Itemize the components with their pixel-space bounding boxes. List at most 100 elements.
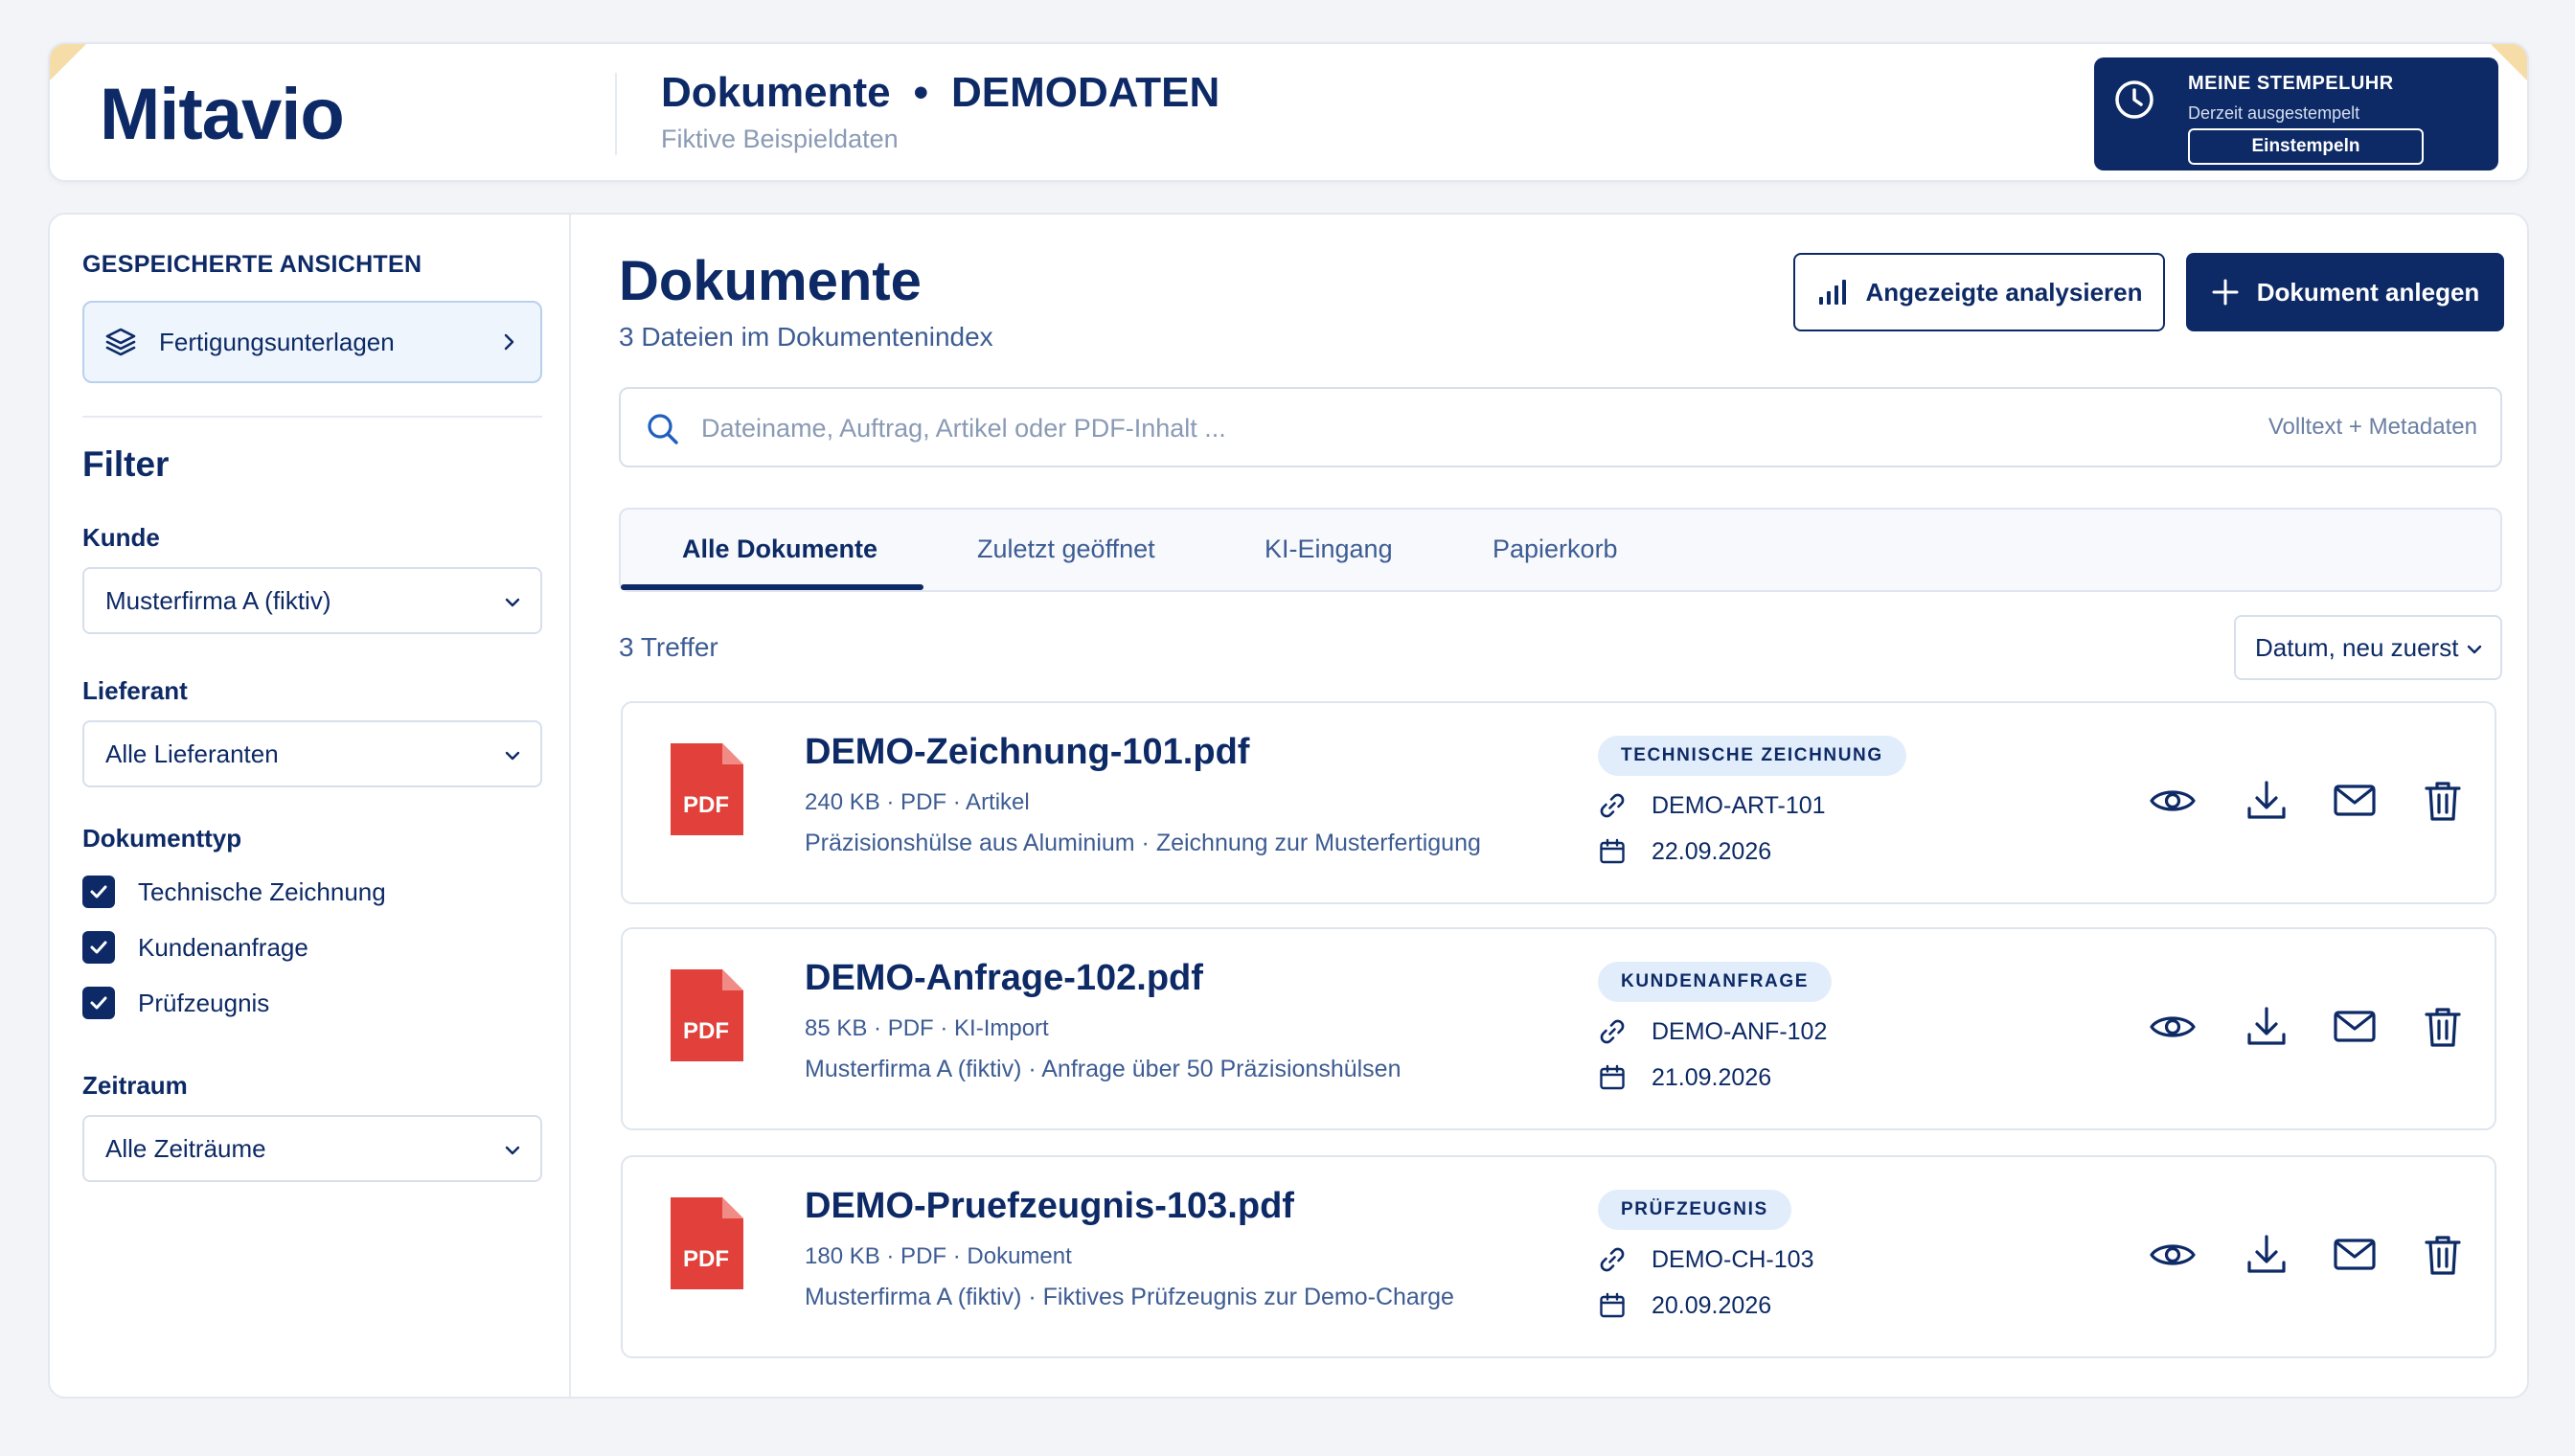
trash-icon — [2425, 1236, 2461, 1275]
document-reference-value[interactable]: DEMO-ANF-102 — [1652, 1018, 1827, 1046]
delete-button[interactable] — [2418, 1002, 2468, 1052]
time-clock-title: MEINE STEMPELUHR — [2188, 73, 2394, 94]
document-description: Präzisionshülse aus Aluminium · Zeichnun… — [805, 830, 1481, 856]
document-reference-value[interactable]: DEMO-CH-103 — [1652, 1246, 1813, 1274]
tab-zuletzt-geoeffnet[interactable]: Zuletzt geöffnet — [977, 535, 1155, 564]
tab-alle-dokumente[interactable]: Alle Dokumente — [682, 535, 877, 564]
document-name[interactable]: DEMO-Zeichnung-101.pdf — [805, 732, 1249, 773]
pdf-label: PDF — [683, 792, 729, 818]
clock-in-button[interactable]: Einstempeln — [2188, 128, 2424, 165]
pdf-label: PDF — [683, 1018, 729, 1044]
link-icon — [1600, 1019, 1625, 1044]
doctype-checkbox-pruefzeugnis[interactable]: Prüfzeugnis — [82, 987, 269, 1019]
analyze-button-label: Angezeigte analysieren — [1865, 277, 2143, 307]
lieferant-select[interactable]: Alle Lieferanten — [82, 720, 542, 787]
header-title-text: Dokumente — [661, 69, 891, 116]
document-meta: 85 KB · PDF · KI-Import — [805, 1015, 1049, 1041]
download-button[interactable] — [2242, 1002, 2291, 1052]
download-button[interactable] — [2242, 776, 2291, 826]
download-button[interactable] — [2242, 1230, 2291, 1280]
checkbox-checked[interactable] — [82, 931, 115, 964]
mail-icon — [2334, 785, 2376, 816]
email-button[interactable] — [2330, 776, 2380, 826]
trash-icon — [2425, 782, 2461, 821]
kunde-select-value: Musterfirma A (fiktiv) — [105, 585, 331, 615]
view-button[interactable] — [2148, 1230, 2198, 1280]
view-button[interactable] — [2148, 1002, 2198, 1052]
app-logo[interactable]: Mitavio — [100, 73, 345, 156]
filter-label-kunde: Kunde — [82, 523, 160, 552]
search-scope-hint: Volltext + Metadaten — [2267, 414, 2477, 440]
checkbox-label: Kundenanfrage — [138, 932, 308, 962]
document-reference: DEMO-ANF-102 — [1598, 1017, 1827, 1046]
view-button[interactable] — [2148, 776, 2198, 826]
document-date-value: 21.09.2026 — [1652, 1063, 1772, 1091]
eye-icon — [2150, 1016, 2196, 1037]
mail-icon — [2334, 1011, 2376, 1042]
lieferant-select-value: Alle Lieferanten — [105, 739, 279, 768]
search-bar: Volltext + Metadaten — [619, 387, 2502, 467]
pdf-file-icon: PDF — [671, 1197, 743, 1289]
check-icon — [90, 996, 107, 1010]
saved-view-label: Fertigungsunterlagen — [159, 327, 395, 356]
delete-button[interactable] — [2418, 776, 2468, 826]
document-reference-value[interactable]: DEMO-ART-101 — [1652, 792, 1826, 820]
checkbox-checked[interactable] — [82, 987, 115, 1019]
create-document-button[interactable]: Dokument anlegen — [2186, 253, 2504, 331]
chevron-down-icon — [2467, 645, 2482, 654]
document-name[interactable]: DEMO-Anfrage-102.pdf — [805, 958, 1203, 999]
email-button[interactable] — [2330, 1002, 2380, 1052]
plus-icon — [2212, 279, 2239, 306]
tab-ki-eingang[interactable]: KI-Eingang — [1265, 535, 1393, 564]
delete-button[interactable] — [2418, 1230, 2468, 1280]
pdf-file-icon: PDF — [671, 969, 743, 1061]
search-input[interactable] — [701, 406, 2042, 450]
sidebar-divider — [82, 416, 542, 418]
result-count: 3 Treffer — [619, 632, 718, 662]
doctype-checkbox-kundenanfrage[interactable]: Kundenanfrage — [82, 931, 308, 964]
download-icon — [2247, 781, 2286, 819]
document-reference: DEMO-CH-103 — [1598, 1245, 1813, 1274]
document-name[interactable]: DEMO-Pruefzeugnis-103.pdf — [805, 1186, 1294, 1227]
header-title-tag: DEMODATEN — [951, 69, 1220, 116]
analyze-button[interactable]: Angezeigte analysieren — [1793, 253, 2165, 331]
header-title-separator: • — [913, 69, 928, 116]
header-title: Dokumente • DEMODATEN — [661, 69, 1219, 117]
eye-icon — [2150, 1244, 2196, 1265]
calendar-icon — [1600, 838, 1625, 864]
calendar-icon — [1600, 1064, 1625, 1090]
time-clock-status: Derzeit ausgestempelt — [2188, 103, 2360, 123]
search-icon — [648, 414, 678, 444]
document-meta: 240 KB · PDF · Artikel — [805, 789, 1030, 815]
header-corner-accent-left — [50, 44, 86, 80]
calendar-icon — [1600, 1292, 1625, 1318]
tab-papierkorb[interactable]: Papierkorb — [1493, 535, 1618, 564]
zeitraum-select[interactable]: Alle Zeiträume — [82, 1115, 542, 1182]
check-icon — [90, 885, 107, 899]
trash-icon — [2425, 1008, 2461, 1047]
checkbox-checked[interactable] — [82, 876, 115, 908]
document-row[interactable]: PDF DEMO-Pruefzeugnis-103.pdf 180 KB · P… — [621, 1155, 2496, 1358]
sort-select[interactable]: Datum, neu zuerst — [2234, 615, 2502, 680]
main-panel: GESPEICHERTE ANSICHTEN Fertigungsunterla… — [48, 213, 2529, 1399]
chevron-down-icon — [505, 1146, 520, 1155]
document-date: 20.09.2026 — [1598, 1291, 1771, 1320]
mail-icon — [2334, 1239, 2376, 1270]
email-button[interactable] — [2330, 1230, 2380, 1280]
download-icon — [2247, 1235, 2286, 1273]
download-icon — [2247, 1007, 2286, 1045]
document-description: Musterfirma A (fiktiv) · Fiktives Prüfze… — [805, 1284, 1454, 1310]
document-tabs: Alle Dokumente Zuletzt geöffnet KI-Einga… — [619, 508, 2502, 592]
page-subtitle: 3 Dateien im Dokumentenindex — [619, 322, 993, 352]
doctype-checkbox-zeichnung[interactable]: Technische Zeichnung — [82, 876, 386, 908]
check-icon — [90, 941, 107, 954]
document-date-value: 22.09.2026 — [1652, 837, 1772, 865]
document-row[interactable]: PDF DEMO-Zeichnung-101.pdf 240 KB · PDF … — [621, 701, 2496, 904]
pdf-label: PDF — [683, 1246, 729, 1272]
kunde-select[interactable]: Musterfirma A (fiktiv) — [82, 567, 542, 634]
saved-view-item[interactable]: Fertigungsunterlagen — [82, 301, 542, 383]
chevron-right-icon — [504, 333, 514, 351]
document-date: 22.09.2026 — [1598, 837, 1771, 866]
create-document-button-label: Dokument anlegen — [2256, 277, 2480, 307]
document-row[interactable]: PDF DEMO-Anfrage-102.pdf 85 KB · PDF · K… — [621, 927, 2496, 1130]
